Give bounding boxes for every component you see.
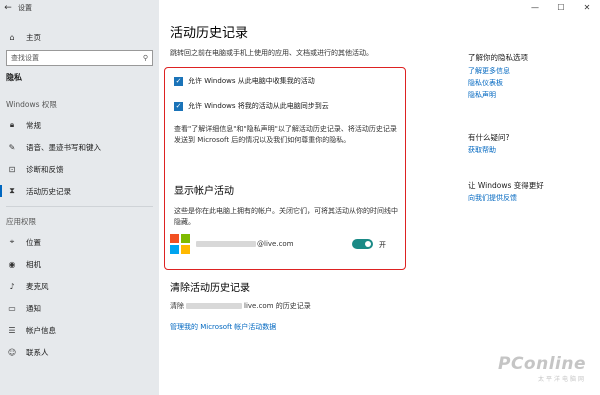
pen-icon: ✎ bbox=[8, 142, 16, 152]
get-help-link[interactable]: 获取帮助 bbox=[468, 145, 496, 155]
sidebar-item-label: 麦克风 bbox=[26, 281, 49, 291]
lock-icon: 🔒︎ bbox=[9, 120, 15, 129]
location-icon: ⌖ bbox=[9, 237, 15, 246]
sidebar: ⌂ 主页 查找设置 ⚲ 隐私 Windows 权限 🔒︎ 常规 ✎ 语音、墨迹书… bbox=[0, 0, 159, 395]
page-title: 活动历史记录 bbox=[170, 26, 249, 41]
camera-icon: ◉ bbox=[8, 259, 16, 269]
page-description: 跳转回之前在电脑或手机上使用的应用、文档或进行的其他活动。 bbox=[170, 49, 373, 57]
sidebar-item-label: 常规 bbox=[26, 120, 41, 130]
sidebar-item-notifications[interactable]: ▭ 通知 bbox=[0, 297, 159, 319]
search-input[interactable]: 查找设置 ⚲ bbox=[6, 50, 153, 66]
home-icon: ⌂ bbox=[9, 32, 15, 42]
sidebar-item-home[interactable]: ⌂ 主页 bbox=[0, 26, 159, 48]
sidebar-item-account-info[interactable]: ☰ 帐户信息 bbox=[0, 319, 159, 341]
sidebar-item-diagnostics[interactable]: ⊡ 诊断和反馈 bbox=[0, 158, 159, 180]
divider bbox=[6, 206, 153, 207]
sidebar-item-label: 位置 bbox=[26, 237, 41, 247]
sidebar-item-label: 主页 bbox=[26, 32, 41, 42]
back-arrow-icon[interactable]: ← bbox=[0, 3, 16, 13]
sidebar-item-label: 活动历史记录 bbox=[26, 186, 71, 196]
masked-email bbox=[186, 303, 242, 309]
watermark: PConline 太平洋电脑网 bbox=[498, 354, 586, 383]
highlight-box bbox=[164, 67, 406, 270]
sidebar-item-camera[interactable]: ◉ 相机 bbox=[0, 253, 159, 275]
section-windows-permissions: Windows 权限 bbox=[6, 99, 57, 109]
contacts-icon: ☺ bbox=[7, 347, 17, 357]
notification-icon: ▭ bbox=[8, 303, 16, 313]
window-title: 设置 bbox=[18, 4, 32, 12]
sidebar-item-label: 通知 bbox=[26, 303, 41, 313]
privacy-options-heading: 了解你的隐私选项 bbox=[468, 53, 528, 62]
search-placeholder: 查找设置 bbox=[11, 54, 39, 62]
clear-history-heading: 清除活动历史记录 bbox=[170, 283, 250, 294]
watermark-main: PConline bbox=[497, 354, 586, 374]
close-button[interactable]: ✕ bbox=[574, 0, 600, 16]
section-app-permissions: 应用权限 bbox=[6, 216, 36, 226]
clear-suffix: live.com 的历史记录 bbox=[244, 302, 311, 310]
questions-heading: 有什么疑问? bbox=[468, 133, 510, 142]
sidebar-item-contacts[interactable]: ☺ 联系人 bbox=[0, 341, 159, 363]
manage-activity-link[interactable]: 管理我的 Microsoft 帐户活动数据 bbox=[170, 322, 276, 332]
search-icon: ⚲ bbox=[142, 54, 148, 62]
microphone-icon: ♪ bbox=[9, 281, 15, 291]
privacy-statement-link[interactable]: 隐私声明 bbox=[468, 90, 496, 100]
sidebar-item-general[interactable]: 🔒︎ 常规 bbox=[0, 114, 159, 136]
clear-history-button[interactable]: 清除 live.com 的历史记录 bbox=[170, 301, 311, 311]
history-icon: ⧗ bbox=[9, 186, 15, 195]
sidebar-item-label: 语音、墨迹书写和键入 bbox=[26, 142, 101, 152]
sidebar-item-microphone[interactable]: ♪ 麦克风 bbox=[0, 275, 159, 297]
sidebar-item-label: 相机 bbox=[26, 259, 41, 269]
feedback-link[interactable]: 向我们提供反馈 bbox=[468, 193, 517, 203]
account-icon: ☰ bbox=[8, 325, 16, 335]
feedback-icon: ⊡ bbox=[8, 164, 16, 174]
window-controls: — ☐ ✕ bbox=[522, 0, 600, 16]
category-title: 隐私 bbox=[6, 72, 22, 82]
sidebar-item-label: 诊断和反馈 bbox=[26, 164, 64, 174]
sidebar-item-label: 帐户信息 bbox=[26, 325, 56, 335]
maximize-button[interactable]: ☐ bbox=[548, 0, 574, 16]
sidebar-item-label: 联系人 bbox=[26, 347, 49, 357]
sidebar-item-activity-history[interactable]: ⧗ 活动历史记录 bbox=[0, 180, 159, 202]
learn-more-link[interactable]: 了解更多信息 bbox=[468, 66, 510, 76]
sidebar-item-speech[interactable]: ✎ 语音、墨迹书写和键入 bbox=[0, 136, 159, 158]
sidebar-item-location[interactable]: ⌖ 位置 bbox=[0, 231, 159, 253]
minimize-button[interactable]: — bbox=[522, 0, 548, 16]
watermark-sub: 太平洋电脑网 bbox=[537, 376, 586, 383]
improve-windows-heading: 让 Windows 变得更好 bbox=[468, 181, 544, 190]
privacy-dashboard-link[interactable]: 隐私仪表板 bbox=[468, 78, 503, 88]
clear-prefix: 清除 bbox=[170, 302, 184, 310]
